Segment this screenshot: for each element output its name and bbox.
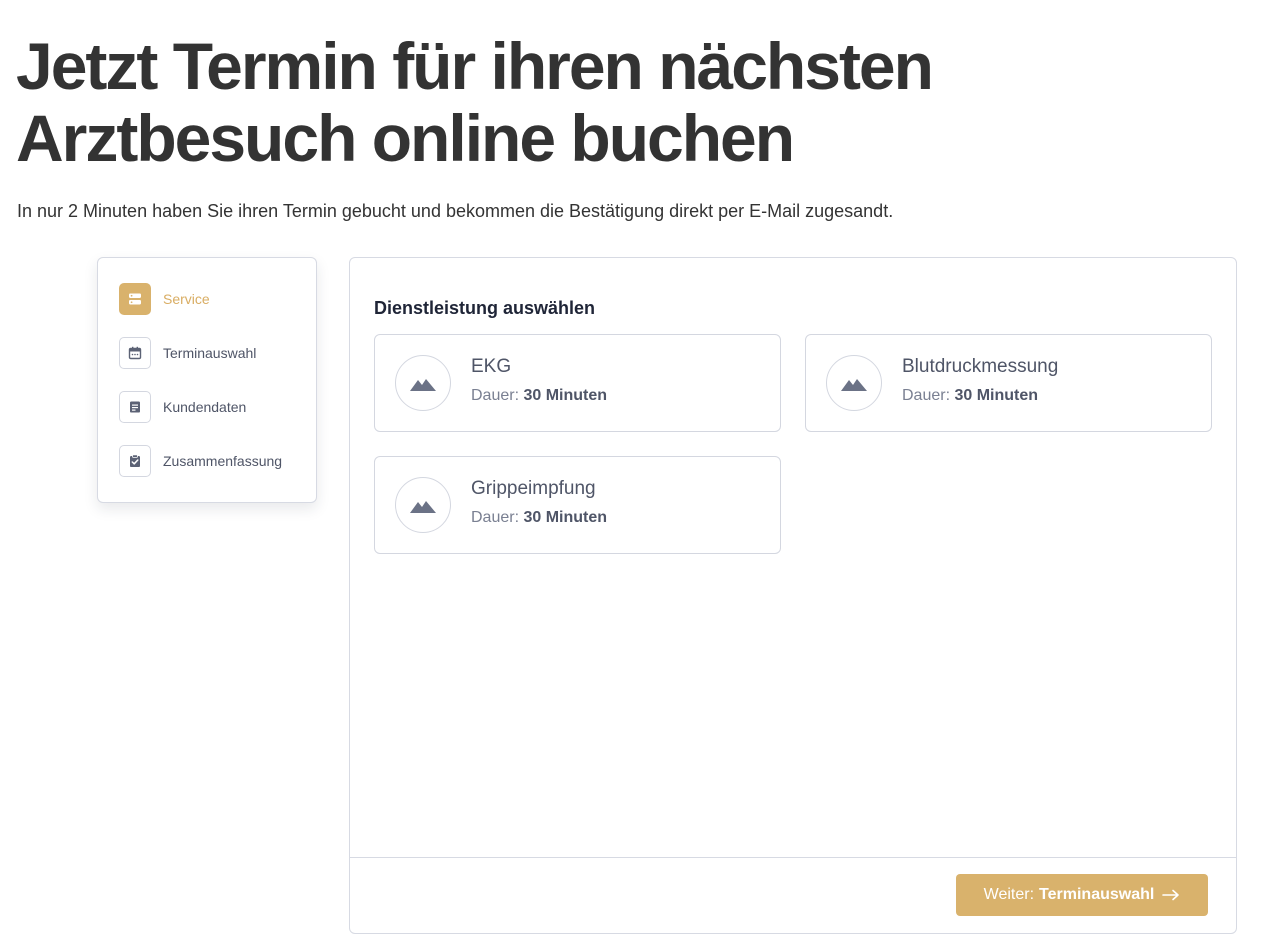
service-name: EKG xyxy=(471,356,512,377)
arrow-right-icon xyxy=(1162,889,1180,901)
duration-value: 30 Minuten xyxy=(523,387,608,404)
image-placeholder-icon xyxy=(395,477,451,533)
page-title-line-2: Arztbesuch online buchen xyxy=(16,101,795,175)
document-icon xyxy=(119,391,151,423)
duration-prefix: Dauer: xyxy=(471,387,520,404)
step-kundendaten[interactable]: Kundendaten xyxy=(119,391,309,423)
page-title-line-1: Jetzt Termin für ihren nächsten xyxy=(16,29,934,103)
service-card-grippeimpfung[interactable]: Grippeimpfung Dauer: 30 Minuten xyxy=(374,456,781,554)
panel-title: Dienstleistung auswählen xyxy=(374,298,596,318)
next-button-target: Terminauswahl xyxy=(1039,886,1155,903)
step-label: Kundendaten xyxy=(163,399,247,415)
service-card-blutdruckmessung[interactable]: Blutdruckmessung Dauer: 30 Minuten xyxy=(805,334,1212,432)
service-duration: Dauer: 30 Minuten xyxy=(471,387,607,405)
step-zusammenfassung[interactable]: Zusammenfassung xyxy=(119,445,309,477)
step-label: Terminauswahl xyxy=(163,345,257,361)
step-label: Zusammenfassung xyxy=(163,453,283,469)
service-name: Grippeimpfung xyxy=(471,478,596,499)
page-subtitle: In nur 2 Minuten haben Sie ihren Termin … xyxy=(17,201,894,221)
booking-page: Jetzt Termin für ihren nächsten Arztbesu… xyxy=(0,0,1266,944)
image-placeholder-icon xyxy=(395,355,451,411)
service-selection-panel: Dienstleistung auswählen EKG Dauer: 30 M… xyxy=(349,257,1237,934)
service-duration: Dauer: 30 Minuten xyxy=(902,387,1038,405)
duration-prefix: Dauer: xyxy=(902,387,951,404)
service-card-ekg[interactable]: EKG Dauer: 30 Minuten xyxy=(374,334,781,432)
server-icon xyxy=(119,283,151,315)
image-placeholder-icon xyxy=(826,355,882,411)
panel-footer: Weiter: Terminauswahl xyxy=(350,857,1236,933)
next-step-button[interactable]: Weiter: Terminauswahl xyxy=(956,874,1208,916)
clipboard-check-icon xyxy=(119,445,151,477)
service-duration: Dauer: 30 Minuten xyxy=(471,509,607,527)
step-terminauswahl[interactable]: Terminauswahl xyxy=(119,337,309,369)
service-name: Blutdruckmessung xyxy=(902,356,1059,377)
step-service[interactable]: Service xyxy=(119,283,309,315)
calendar-icon xyxy=(119,337,151,369)
duration-prefix: Dauer: xyxy=(471,509,520,526)
duration-value: 30 Minuten xyxy=(523,509,608,526)
step-label: Service xyxy=(163,291,210,307)
duration-value: 30 Minuten xyxy=(954,387,1039,404)
page-title: Jetzt Termin für ihren nächsten Arztbesu… xyxy=(16,30,1216,174)
booking-steps-sidebar: Service Terminauswahl Kundendaten Zusamm… xyxy=(97,257,317,503)
next-button-prefix: Weiter: xyxy=(983,886,1035,903)
